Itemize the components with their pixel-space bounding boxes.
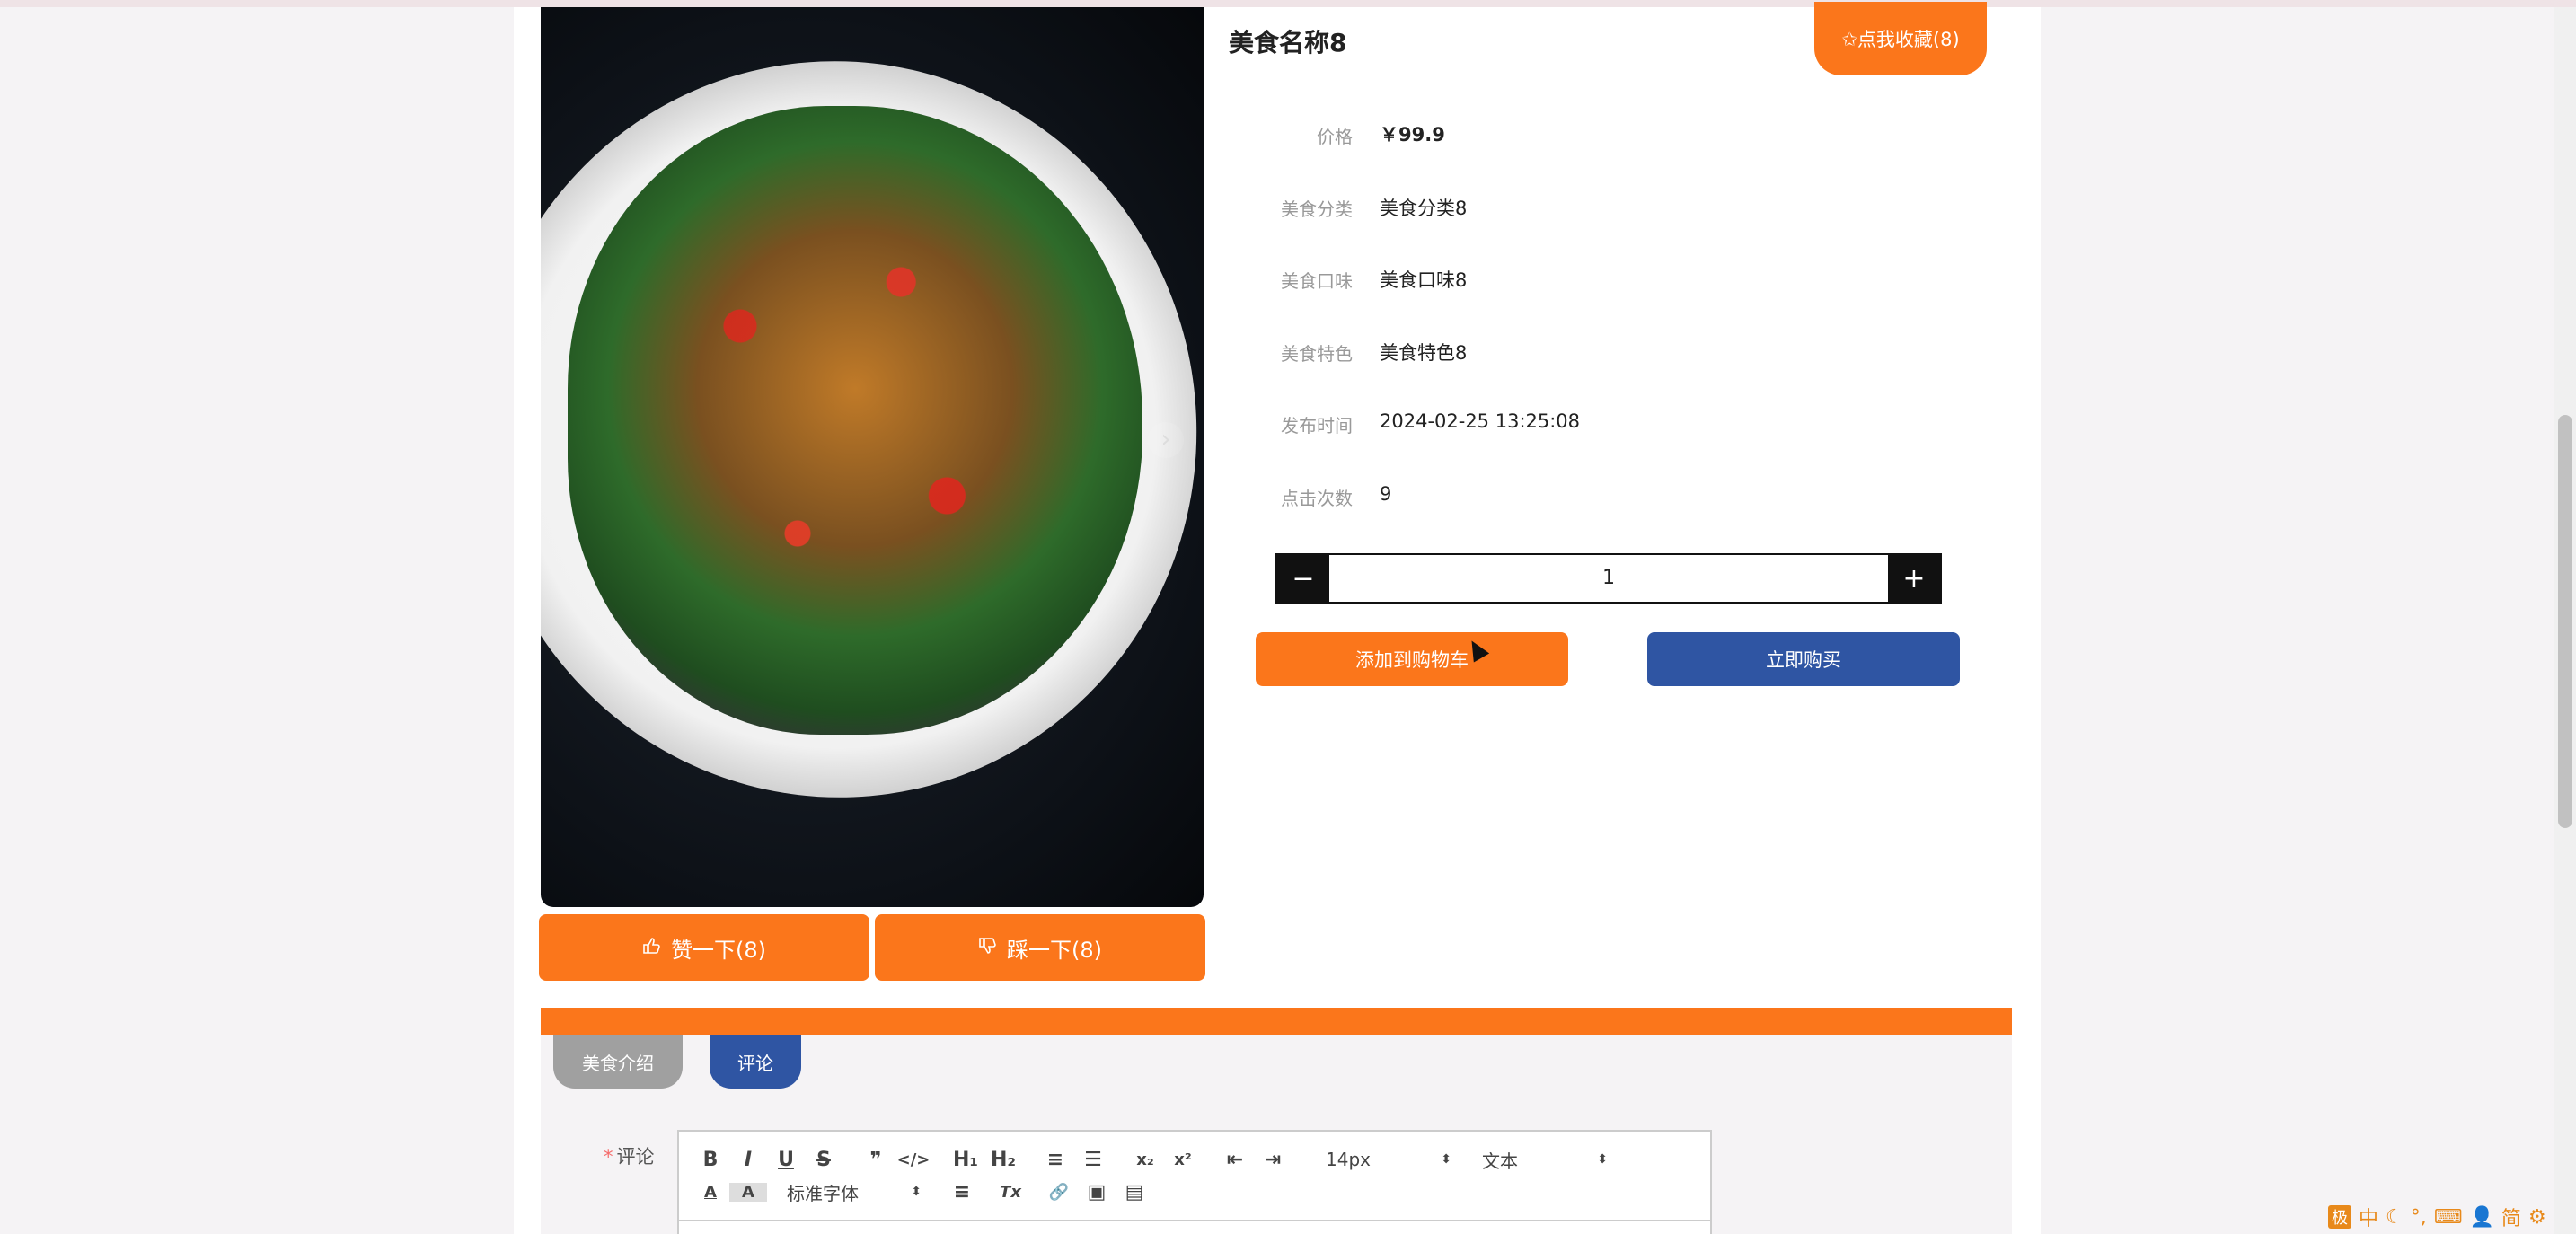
carousel-next-arrow-icon[interactable]: › — [1148, 422, 1184, 458]
align-icon[interactable]: ≡ — [943, 1181, 981, 1203]
attr-label-flavor: 美食口味 — [1281, 270, 1353, 292]
ime-moon-icon[interactable]: ☾ — [2386, 1206, 2404, 1229]
block-type-value: 文本 — [1482, 1150, 1518, 1172]
tab-comments[interactable]: 评论 — [710, 1035, 801, 1089]
comment-field-label: * 评论 — [604, 1142, 655, 1169]
font-family-caret-icon: ⬍ — [911, 1185, 922, 1199]
attr-value-price: ￥99.9 — [1380, 124, 1445, 145]
font-size-picker[interactable]: 14px ⬍ — [1315, 1149, 1462, 1170]
ime-toolbar: 极 中 ☾ °, ⌨ 👤 简 ⚙ — [2328, 1203, 2546, 1230]
tabs-header-bar — [541, 1008, 2012, 1035]
product-title: 美食名称8 — [1229, 28, 1347, 57]
ime-punctuation-icon[interactable]: °, — [2411, 1206, 2427, 1229]
like-label: 赞一下(8) — [671, 937, 766, 963]
quantity-decrease-button[interactable]: − — [1277, 555, 1329, 602]
editor-toolbar-row-2: A A 标准字体 ⬍ ≡ Tx 🔗 ▣ ▤ — [692, 1178, 1153, 1205]
ime-logo-icon[interactable]: 极 — [2328, 1205, 2351, 1229]
like-button[interactable]: 赞一下(8) — [539, 914, 869, 981]
background-color-icon[interactable]: A — [729, 1182, 767, 1202]
dislike-button[interactable]: 踩一下(8) — [875, 914, 1205, 981]
tab-introduction-label: 美食介绍 — [582, 1052, 654, 1074]
video-icon[interactable]: ▤ — [1116, 1181, 1153, 1203]
quantity-input[interactable]: 1 — [1329, 555, 1888, 602]
block-type-picker[interactable]: 文本 ⬍ — [1471, 1147, 1619, 1173]
font-size-value: 14px — [1326, 1149, 1371, 1170]
top-border — [0, 0, 2576, 7]
buy-now-button[interactable]: 立即购买 — [1647, 632, 1960, 686]
scrollbar-thumb[interactable] — [2558, 415, 2572, 828]
font-color-icon[interactable]: A — [692, 1183, 729, 1202]
add-to-cart-button[interactable]: 添加到购物车 — [1256, 632, 1568, 686]
block-type-caret-icon: ⬍ — [1597, 1152, 1608, 1167]
editor-toolbar-row-1: B I U S ❞ </> H₁ H₂ ≡ ☰ x₂ x² ⇤ ⇥ 14px ⬍… — [692, 1146, 1619, 1173]
editor-toolbar-divider — [679, 1220, 1710, 1221]
attr-label-publish-time: 发布时间 — [1281, 415, 1353, 436]
product-photo-food — [568, 106, 1142, 735]
quantity-increase-button[interactable]: + — [1888, 555, 1940, 602]
ime-simplified-icon[interactable]: 简 — [2501, 1203, 2521, 1231]
bullet-list-icon[interactable]: ☰ — [1074, 1149, 1112, 1171]
font-size-caret-icon: ⬍ — [1441, 1152, 1451, 1167]
attr-value-publish-time: 2024-02-25 13:25:08 — [1380, 410, 1581, 432]
attr-value-category: 美食分类8 — [1380, 198, 1468, 219]
bold-icon[interactable]: B — [692, 1149, 729, 1171]
font-family-value: 标准字体 — [787, 1182, 859, 1204]
superscript-icon[interactable]: x² — [1164, 1150, 1202, 1169]
outdent-icon[interactable]: ⇤ — [1216, 1149, 1254, 1171]
blockquote-icon[interactable]: ❞ — [857, 1149, 895, 1171]
subscript-icon[interactable]: x₂ — [1126, 1150, 1164, 1169]
rich-text-editor: B I U S ❞ </> H₁ H₂ ≡ ☰ x₂ x² ⇤ ⇥ 14px ⬍… — [677, 1130, 1712, 1234]
ordered-list-icon[interactable]: ≡ — [1037, 1149, 1074, 1171]
thumbs-down-icon — [978, 935, 996, 960]
indent-icon[interactable]: ⇥ — [1254, 1149, 1292, 1171]
code-block-icon[interactable]: </> — [895, 1150, 932, 1169]
tab-introduction[interactable]: 美食介绍 — [553, 1035, 683, 1089]
italic-icon[interactable]: I — [729, 1149, 767, 1171]
product-image-carousel[interactable] — [541, 7, 1204, 907]
required-mark: * — [604, 1146, 613, 1168]
favorite-button[interactable]: ✩点我收藏(8) — [1814, 2, 1987, 75]
thumbs-up-icon — [642, 935, 660, 960]
buy-now-label: 立即购买 — [1766, 649, 1841, 671]
quantity-stepper: − 1 + — [1275, 553, 1942, 604]
attr-value-feature: 美食特色8 — [1380, 342, 1468, 364]
dislike-label: 踩一下(8) — [1007, 937, 1102, 963]
image-icon[interactable]: ▣ — [1078, 1181, 1116, 1203]
clear-format-icon[interactable]: Tx — [992, 1183, 1029, 1202]
heading-2-icon[interactable]: H₂ — [984, 1149, 1022, 1171]
strikethrough-icon[interactable]: S — [805, 1149, 842, 1171]
attr-value-flavor: 美食口味8 — [1380, 269, 1468, 291]
ime-keyboard-icon[interactable]: ⌨ — [2434, 1206, 2463, 1229]
attr-value-click-count: 9 — [1380, 483, 1392, 505]
ime-user-icon[interactable]: 👤 — [2470, 1206, 2494, 1229]
favorite-label: ✩点我收藏(8) — [1841, 29, 1960, 50]
font-family-picker[interactable]: 标准字体 ⬍ — [776, 1179, 932, 1205]
tab-comments-label: 评论 — [737, 1052, 773, 1074]
add-to-cart-label: 添加到购物车 — [1355, 649, 1469, 671]
heading-1-icon[interactable]: H₁ — [947, 1149, 984, 1171]
ime-language-icon[interactable]: 中 — [2359, 1203, 2378, 1231]
attr-label-price: 价格 — [1317, 126, 1353, 147]
attr-label-feature: 美食特色 — [1281, 343, 1353, 365]
attr-label-click-count: 点击次数 — [1281, 488, 1353, 509]
ime-settings-icon[interactable]: ⚙ — [2528, 1206, 2546, 1229]
attr-label-category: 美食分类 — [1281, 198, 1353, 220]
underline-icon[interactable]: U — [767, 1149, 805, 1171]
comment-label-text: 评论 — [616, 1146, 655, 1168]
link-icon[interactable]: 🔗 — [1040, 1183, 1078, 1202]
